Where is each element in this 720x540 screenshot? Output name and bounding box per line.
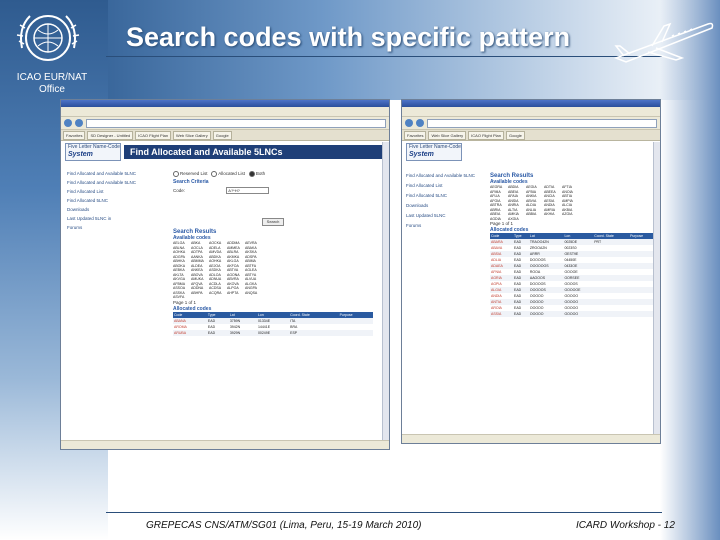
airplane-icon bbox=[613, 22, 714, 63]
radio-label: Allocated List bbox=[218, 171, 246, 177]
page-content: Five Letter Name-Code System Find Alloca… bbox=[61, 141, 389, 336]
available-code: ANQSA bbox=[245, 290, 258, 295]
allocated-table: Code Type Lat Lon Coord. State Purpose ABANA EA… bbox=[173, 311, 373, 336]
footer-page: ICARD Workshop - 12 bbox=[576, 520, 675, 531]
table-cell bbox=[629, 311, 654, 317]
table-cell: EAD bbox=[512, 311, 529, 317]
available-code: AHPTA bbox=[227, 290, 239, 295]
status-bar bbox=[61, 440, 389, 449]
lnc-brand-logo: Five Letter Name-Code System bbox=[406, 143, 462, 161]
browser-window-left: Favorites SD Designer - Untitled ICAO Fl… bbox=[60, 99, 390, 450]
available-code: AZGIA bbox=[562, 212, 573, 216]
table-row: ARUBA EAD 3929N 00249E ESP bbox=[173, 329, 373, 336]
url-field[interactable] bbox=[427, 118, 657, 128]
page-title: Search codes with specific pattern bbox=[126, 22, 571, 52]
search-criteria-heading: Search Criteria bbox=[173, 179, 209, 186]
favorites-bar: Favorites SD Designer - Untitled ICAO Fl… bbox=[61, 130, 389, 141]
scrollbar[interactable] bbox=[653, 142, 660, 434]
address-bar bbox=[61, 117, 389, 130]
tab-item[interactable]: Favorites bbox=[404, 130, 427, 140]
brand-line1: Five Letter Name-Code bbox=[409, 144, 461, 150]
search-panel: Reserved List Allocated List Both Search… bbox=[173, 171, 373, 336]
table-cell: OOOOO bbox=[528, 311, 564, 317]
sidebar-link[interactable]: Find Allocated List bbox=[67, 189, 167, 195]
icao-logo-icon bbox=[16, 15, 80, 61]
available-code: AKHIA bbox=[544, 212, 555, 216]
sidebar-link[interactable]: Find Allocated List bbox=[406, 183, 484, 189]
address-bar bbox=[402, 117, 660, 130]
sidebar: Find Allocated and Available 5LNC Find A… bbox=[67, 171, 167, 234]
sidebar-link[interactable]: Forums bbox=[406, 223, 484, 229]
radio-label: Both bbox=[255, 171, 266, 177]
sidebar-link[interactable]: Last Updated 5LNC bbox=[406, 213, 484, 219]
menu-bar[interactable] bbox=[61, 107, 389, 117]
back-icon[interactable] bbox=[405, 119, 413, 127]
tab-item[interactable]: Favorites bbox=[63, 130, 86, 140]
radio-allocated[interactable] bbox=[211, 171, 218, 177]
sidebar-link[interactable]: Downloads bbox=[406, 203, 484, 209]
available-codes-grid: AEGRA ABDIA AEGIA ADTIA AFTIA AFMIA ABEIA AFBIA… bbox=[490, 185, 654, 221]
available-code: ABHPA bbox=[191, 290, 203, 295]
title-divider bbox=[106, 56, 662, 57]
table-cell[interactable]: ASSIA bbox=[490, 311, 513, 317]
browser-window-right: Favorites Web Slice Gallery ICAO Flight … bbox=[401, 99, 661, 444]
allocated-table: Code Type Lat Lon Coord. State Purpose ABARA EA… bbox=[490, 233, 654, 317]
table-cell bbox=[593, 311, 630, 317]
sidebar-link[interactable]: Find Allocated and Available 5LNC bbox=[406, 173, 484, 179]
tab-item[interactable]: Google bbox=[505, 130, 525, 140]
slide-right-background bbox=[660, 0, 720, 540]
tab-item[interactable]: Google bbox=[212, 130, 232, 140]
available-codes-grid: AELGA ABKA AOCKA ADDMA AEVRA ABLNA AOCLA ADELA A… bbox=[173, 241, 373, 300]
status-bar bbox=[402, 434, 660, 443]
brand-line1: Five Letter Name-Code bbox=[68, 144, 120, 150]
window-titlebar bbox=[61, 100, 389, 107]
sidebar-link[interactable]: Last Updated 5LNC in bbox=[67, 216, 167, 222]
table-cell: 00249E bbox=[256, 329, 290, 336]
table-row: ASSIA EAD OOOOO OOOOO bbox=[490, 311, 654, 317]
table-cell: 3929N bbox=[228, 329, 257, 336]
page-banner: Find Allocated and Available 5LNCs bbox=[124, 145, 385, 159]
forward-icon[interactable] bbox=[416, 119, 424, 127]
table-cell bbox=[338, 329, 373, 336]
search-button[interactable]: Search bbox=[261, 218, 285, 227]
forward-icon[interactable] bbox=[75, 119, 83, 127]
brand-line2: System bbox=[68, 151, 93, 158]
available-code: ABBIA bbox=[526, 212, 537, 216]
sidebar-link[interactable]: Find Allocated 5LNC bbox=[406, 193, 484, 199]
available-code: ACQRA bbox=[209, 290, 222, 295]
favorites-bar: Favorites Web Slice Gallery ICAO Flight … bbox=[402, 130, 660, 141]
radio-reserved[interactable] bbox=[173, 171, 179, 177]
table-cell[interactable]: ARUBA bbox=[173, 329, 207, 336]
tab-item[interactable]: Web Slice Gallery bbox=[173, 130, 211, 140]
url-field[interactable] bbox=[86, 118, 386, 128]
lnc-brand-logo: Five Letter Name-Code System bbox=[65, 143, 121, 161]
tab-item[interactable]: ICAO Flight Plan bbox=[468, 130, 504, 140]
sidebar-link[interactable]: Forums bbox=[67, 225, 167, 231]
tab-item[interactable]: ICAO Flight Plan bbox=[135, 130, 172, 140]
sidebar: Find Allocated and Available 5LNC Find A… bbox=[406, 173, 484, 233]
code-label: Code: bbox=[173, 188, 186, 194]
brand-line2: System bbox=[409, 151, 434, 158]
radio-label: Reserved List bbox=[180, 171, 208, 177]
tab-item[interactable]: SD Designer - Untitled bbox=[87, 130, 134, 140]
window-titlebar bbox=[402, 100, 660, 107]
sidebar-link[interactable]: Find Allocated 5LNC bbox=[67, 198, 167, 204]
office-label: ICAO EUR/NAT Office bbox=[16, 72, 88, 95]
page-content: Five Letter Name-Code System Find Alloca… bbox=[402, 141, 660, 317]
radio-both[interactable] bbox=[248, 171, 255, 177]
footer-divider bbox=[106, 512, 662, 513]
table-cell: ESP bbox=[289, 329, 339, 336]
table-cell: OOOOO bbox=[563, 311, 594, 317]
code-input[interactable]: A?*H? bbox=[226, 187, 270, 195]
sidebar-link[interactable]: Find Allocated and Available 5LNC bbox=[67, 171, 167, 177]
scrollbar[interactable] bbox=[382, 142, 389, 440]
results-panel: Search Results Available codes AEGRA ABDI… bbox=[490, 173, 654, 317]
menu-bar[interactable] bbox=[402, 107, 660, 117]
back-icon[interactable] bbox=[64, 119, 72, 127]
tab-item[interactable]: Web Slice Gallery bbox=[428, 130, 467, 140]
footer-event: GREPECAS CNS/ATM/SG01 (Lima, Peru, 15-19… bbox=[146, 520, 422, 531]
sidebar-link[interactable]: Downloads bbox=[67, 207, 167, 213]
sidebar-link[interactable]: Find Allocated and Available 5LNC bbox=[67, 180, 167, 186]
table-cell: EAD bbox=[206, 329, 229, 336]
